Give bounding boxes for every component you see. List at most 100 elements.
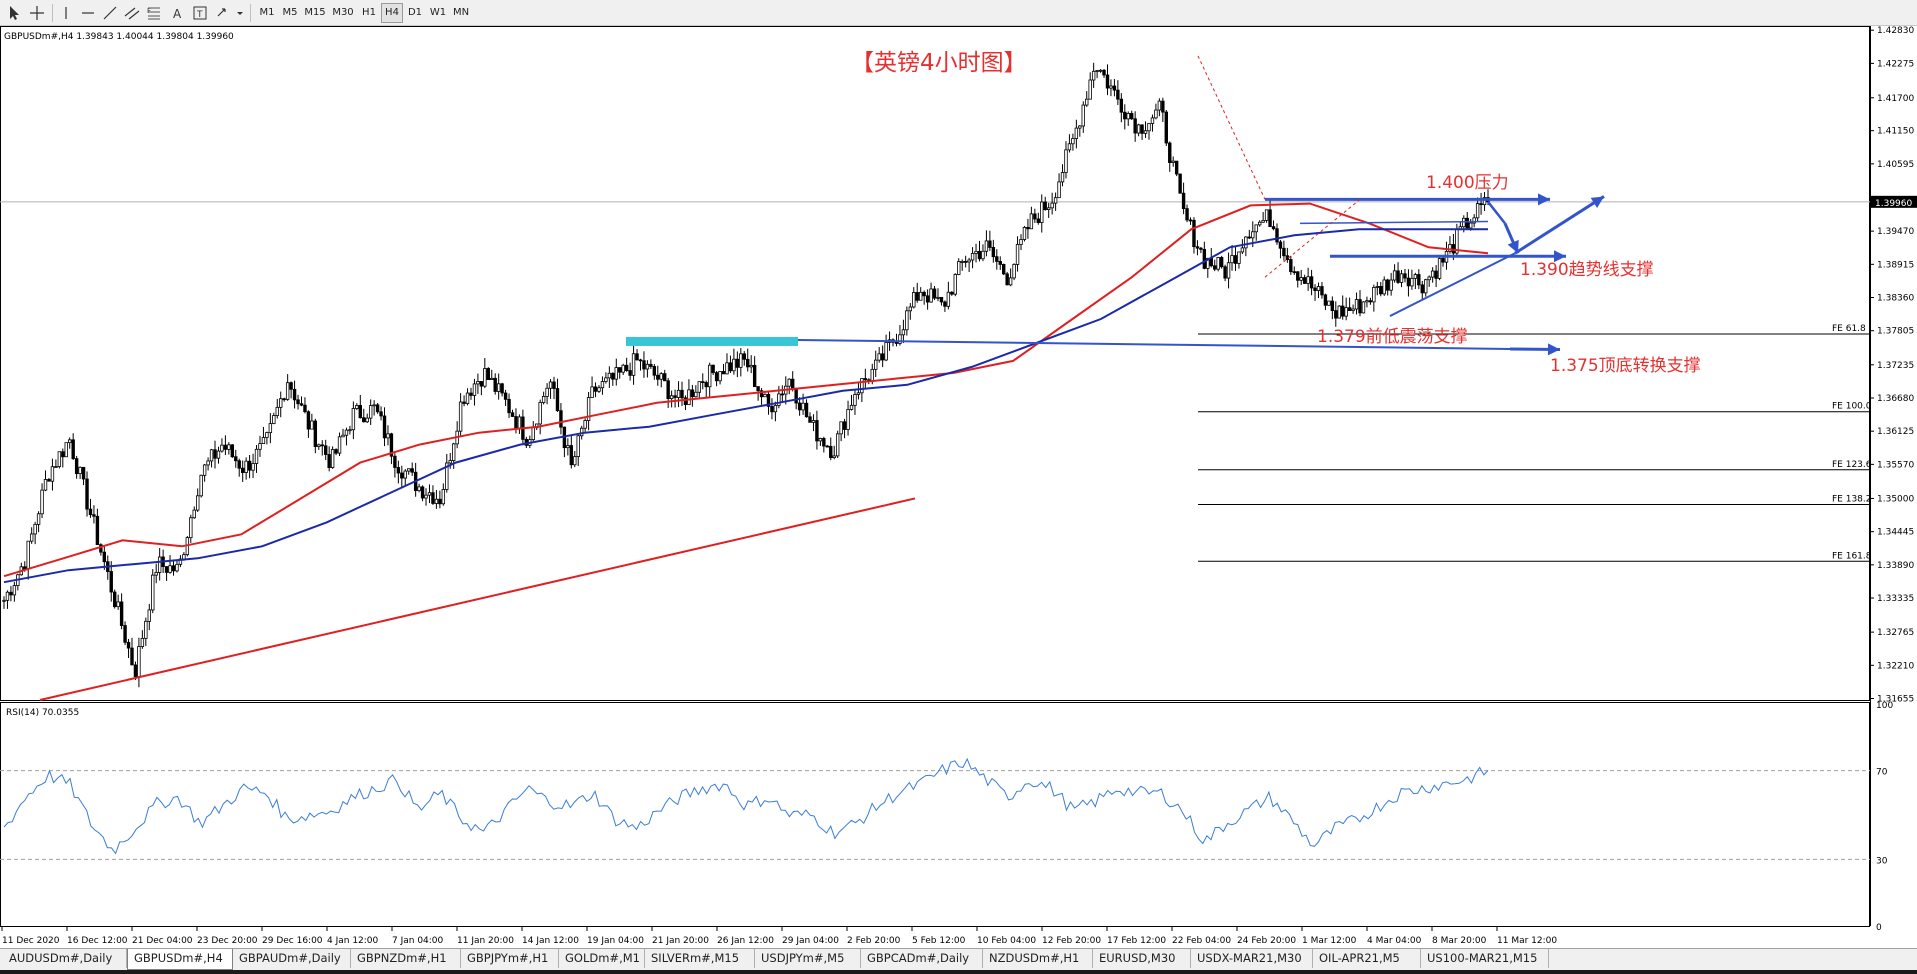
candle-body	[1347, 307, 1352, 311]
candle-body	[1302, 277, 1307, 284]
candle-body	[953, 274, 957, 295]
candle-body	[1344, 307, 1348, 317]
vertical-line-icon[interactable]	[56, 3, 76, 23]
candle-body	[1060, 172, 1065, 183]
candle-body	[292, 388, 297, 401]
candle-body	[1351, 308, 1355, 311]
timeframe-m30-button[interactable]: M30	[330, 3, 356, 23]
candle-body	[57, 451, 62, 467]
price-tick-label: 1.37805	[1877, 327, 1914, 337]
candle-body	[874, 359, 878, 370]
chart-tab[interactable]: USDX-MAR21,M30	[1191, 949, 1313, 968]
cursor-icon[interactable]	[4, 3, 24, 23]
candle-body	[739, 353, 743, 368]
candle-body	[268, 423, 273, 434]
chart-tab[interactable]: USDJPYm#,M5	[755, 949, 861, 968]
candle-body	[68, 439, 72, 444]
candle-body	[469, 392, 473, 396]
candle-body	[123, 625, 127, 643]
candle-body	[880, 353, 885, 361]
trend-support-annotation: 1.390趋势线支撑	[1520, 260, 1654, 280]
candle-body	[673, 395, 677, 398]
flip-support-annotation: 1.375顶底转换支撑	[1550, 356, 1701, 376]
candle-body	[773, 405, 778, 413]
candle-body	[1119, 98, 1124, 113]
candle-body	[403, 470, 407, 479]
candle-body	[787, 378, 791, 387]
timeframe-mn-button[interactable]: MN	[450, 3, 472, 23]
candle-body	[1327, 300, 1331, 306]
timeframe-h4-button[interactable]: H4	[381, 3, 403, 23]
candle-body	[1126, 113, 1130, 120]
candle-body	[1413, 274, 1418, 279]
text-label-icon[interactable]: T	[190, 3, 210, 23]
candle-body	[1095, 70, 1099, 72]
time-tick-label: 23 Dec 20:00	[197, 936, 258, 946]
candle-body	[1192, 219, 1196, 248]
candle-body	[842, 421, 847, 430]
candle-body	[721, 371, 726, 375]
chart-tab[interactable]: NZDUSDm#,H1	[983, 949, 1093, 968]
price-tick-label: 1.38915	[1877, 260, 1914, 270]
candle-body	[1143, 130, 1148, 134]
candle-body	[1320, 286, 1324, 296]
time-tick-label: 29 Dec 16:00	[262, 936, 323, 946]
candle-body	[1078, 125, 1082, 129]
timeframe-d1-button[interactable]: D1	[404, 3, 426, 23]
horizontal-line-icon[interactable]	[78, 3, 98, 23]
candle-body	[344, 429, 349, 436]
chart-tab[interactable]: OIL-APR21,M5	[1313, 949, 1421, 968]
channel-icon[interactable]	[122, 3, 142, 23]
arrows-icon[interactable]	[214, 3, 244, 23]
trendline-icon[interactable]	[100, 3, 120, 23]
candle-body	[680, 389, 684, 399]
timeframe-m1-button[interactable]: M1	[256, 3, 278, 23]
candle-body	[614, 367, 618, 380]
timeframe-h1-button[interactable]: H1	[358, 3, 380, 23]
price-tick-label: 1.34445	[1877, 528, 1914, 538]
chart-tab[interactable]: GBPJPYm#,H1	[461, 949, 559, 968]
candle-body	[341, 434, 345, 438]
chart-tab[interactable]: AUDUSDm#,Daily	[3, 949, 127, 968]
text-icon[interactable]: A	[168, 3, 188, 23]
candle-body	[1123, 111, 1127, 120]
current-price-label: 1.39960	[1875, 199, 1912, 209]
candle-body	[479, 381, 484, 387]
timeframe-m5-button[interactable]: M5	[279, 3, 301, 23]
candle-body	[213, 449, 217, 459]
candle-body	[1251, 231, 1255, 239]
candle-body	[939, 296, 944, 303]
candle-body	[756, 386, 760, 392]
chart-tab[interactable]: SILVERm#,M15	[645, 949, 755, 968]
chart-tab[interactable]: US100-MAR21,M15	[1421, 949, 1549, 968]
chart-tab[interactable]: GBPNZDm#,H1	[351, 949, 461, 968]
candle-body	[970, 253, 975, 261]
fibonacci-icon[interactable]: F	[144, 3, 164, 23]
price-tick-label: 1.42830	[1877, 26, 1914, 36]
candle-body	[137, 646, 141, 678]
candle-body	[196, 495, 200, 511]
timeframe-w1-button[interactable]: W1	[427, 3, 449, 23]
chart-header: GBPUSDm#,H4 1.39843 1.40044 1.39804 1.39…	[4, 32, 234, 42]
chart-tab[interactable]: GOLDm#,M1	[559, 949, 645, 968]
candle-body	[1385, 279, 1390, 291]
candle-body	[244, 460, 248, 473]
chart-tab[interactable]: GBPUSDm#,H4	[127, 949, 233, 970]
candle-body	[552, 381, 556, 389]
timeframe-m15-button[interactable]: M15	[302, 3, 328, 23]
chart-tab[interactable]: EURUSD,M30	[1093, 949, 1191, 968]
candle-body	[272, 415, 276, 424]
chart-area[interactable]: 1.42830 1.42275 1.41700 1.41150 1.40595 1.394…	[0, 26, 1917, 948]
candle-body	[1278, 241, 1283, 249]
chart-tab[interactable]: GBPAUDm#,Daily	[233, 949, 351, 968]
candle-body	[92, 514, 96, 517]
candle-body	[1130, 113, 1134, 120]
candle-body	[1053, 197, 1058, 204]
mid-range-line	[1299, 220, 1489, 225]
candle-body	[1254, 224, 1258, 233]
candle-body	[285, 382, 290, 400]
time-tick-label: 5 Feb 12:00	[912, 936, 966, 946]
chart-tab[interactable]: GBPCADm#,Daily	[861, 949, 983, 968]
crosshair-icon[interactable]	[27, 3, 47, 23]
candle-body	[372, 404, 376, 407]
